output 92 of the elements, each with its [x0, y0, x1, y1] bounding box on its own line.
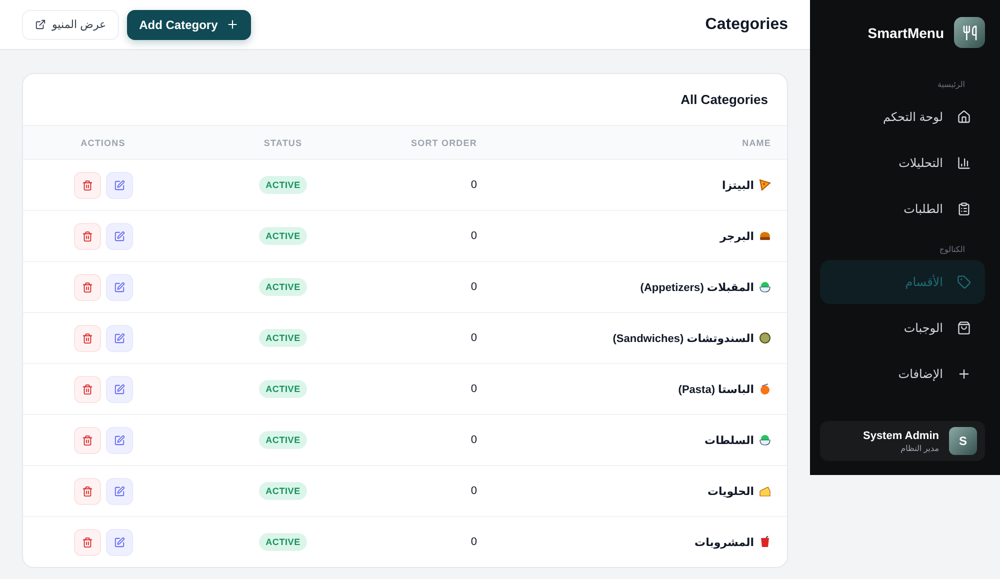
tag-icon — [957, 275, 971, 289]
user-role: مدير النظام — [900, 444, 939, 452]
edit-button[interactable] — [106, 324, 132, 352]
salad-icon — [759, 434, 771, 446]
pizza-icon — [759, 179, 771, 191]
brand-name: SmartMenu — [868, 24, 944, 40]
trash-icon — [82, 282, 92, 292]
card-title: All Categories — [680, 92, 768, 107]
plus-icon — [226, 18, 239, 31]
edit-button[interactable] — [106, 426, 132, 454]
logo-icon — [954, 17, 985, 48]
sort-order-cell-text: 0 — [470, 485, 478, 497]
sort-order-cell-text: 0 — [470, 332, 478, 344]
nav-item[interactable]: الطلبات — [820, 187, 985, 231]
nav-item[interactable]: الوجبات — [820, 306, 985, 350]
sort-order-cell-text: 0 — [470, 281, 478, 293]
pasta-icon — [759, 383, 771, 395]
sort-order-cell-text: 0 — [470, 179, 478, 191]
delete-button[interactable] — [74, 274, 100, 300]
category-name: السلطات — [704, 434, 754, 446]
external-link-icon — [35, 19, 46, 30]
delete-button[interactable] — [74, 528, 100, 556]
edit-icon — [114, 282, 124, 292]
category-name: السندوتشات (Sandwiches) — [612, 332, 754, 344]
chart-icon — [957, 156, 971, 170]
edit-button[interactable] — [106, 528, 132, 556]
status-badge: ACTIVE — [258, 227, 308, 245]
trash-icon — [82, 332, 92, 344]
category-name: البرجر — [720, 230, 754, 242]
nav-item[interactable]: التحليلات — [820, 141, 985, 185]
trash-icon — [82, 230, 92, 242]
clipboard-icon — [957, 202, 971, 216]
sort-order-cell-text: 0 — [470, 230, 478, 242]
section-label: الكتالوج — [938, 245, 965, 254]
category-name: الحلويات — [707, 484, 754, 498]
plus-icon — [957, 367, 971, 381]
user-name: System Admin — [862, 430, 939, 442]
category-name: الباستا (Pasta) — [678, 382, 754, 396]
status-badge: ACTIVE — [258, 380, 308, 398]
edit-icon — [114, 486, 124, 496]
delete-button[interactable] — [74, 324, 100, 352]
edit-button[interactable] — [106, 222, 132, 250]
cake-icon — [759, 485, 771, 497]
user-avatar: S — [949, 427, 977, 455]
delete-button[interactable] — [74, 426, 100, 454]
edit-button[interactable] — [106, 376, 132, 402]
trash-icon — [82, 180, 92, 190]
column-header: STATUS — [264, 138, 302, 148]
bag-icon — [957, 321, 971, 335]
delete-button[interactable] — [74, 376, 100, 402]
nav-item[interactable]: الإضافات — [820, 352, 985, 396]
view-menu-button[interactable]: عرض المنيو — [22, 10, 120, 40]
trash-icon — [82, 384, 92, 394]
nav-item[interactable]: لوحة التحكم — [820, 95, 985, 139]
category-name: البيتزا — [722, 178, 754, 192]
trash-icon — [82, 486, 92, 496]
edit-icon — [114, 536, 124, 548]
status-badge: ACTIVE — [258, 329, 308, 347]
edit-button[interactable] — [106, 172, 132, 198]
status-badge: ACTIVE — [258, 278, 308, 296]
page-title: Categories — [705, 16, 788, 34]
drink-icon — [759, 536, 771, 548]
status-badge: ACTIVE — [258, 176, 308, 194]
status-badge: ACTIVE — [258, 431, 308, 449]
sort-order-cell-text: 0 — [470, 383, 478, 395]
delete-button[interactable] — [74, 222, 100, 250]
salad-icon — [759, 281, 771, 293]
status-badge: ACTIVE — [258, 482, 308, 500]
trash-icon — [82, 434, 92, 446]
home-icon — [957, 110, 971, 124]
edit-button[interactable] — [106, 478, 132, 504]
delete-button[interactable] — [74, 478, 100, 504]
edit-button[interactable] — [106, 274, 132, 300]
wrap-icon — [759, 332, 771, 344]
trash-icon — [82, 536, 92, 548]
category-name: المقبلات (Appetizers) — [640, 280, 754, 294]
edit-icon — [114, 180, 124, 190]
edit-icon — [114, 332, 124, 344]
edit-icon — [114, 434, 124, 446]
delete-button[interactable] — [74, 172, 100, 198]
column-header: NAME — [742, 138, 772, 148]
column-header: SORT ORDER — [410, 138, 478, 148]
edit-icon — [114, 384, 124, 394]
category-name: المشروبات — [694, 536, 754, 548]
column-header: ACTIONS — [80, 138, 126, 148]
edit-icon — [114, 230, 124, 242]
add-category-button[interactable]: Add Category — [127, 10, 251, 40]
sort-order-cell-text: 0 — [470, 536, 478, 548]
sort-order-cell-text: 0 — [470, 434, 478, 446]
section-label: الرئيسية — [936, 80, 965, 89]
status-badge: ACTIVE — [258, 533, 308, 551]
burger-icon — [759, 230, 771, 242]
